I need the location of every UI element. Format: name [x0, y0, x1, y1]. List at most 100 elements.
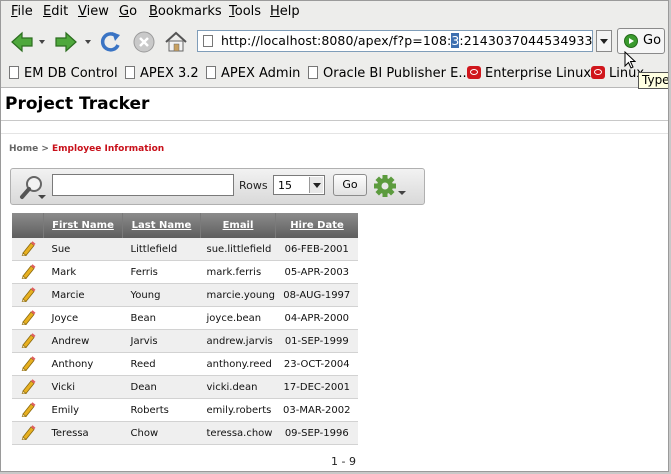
mouse-cursor-icon [624, 51, 636, 69]
url-input[interactable]: http://localhost:8080/apex/f?p=108:3:214… [197, 30, 593, 52]
breadcrumb-home-link[interactable]: Home [9, 144, 38, 154]
bookmark-em-db-control[interactable]: EM DB Control [9, 66, 118, 81]
cell-hire-date: 03-MAR-2002 [275, 398, 358, 422]
search-input[interactable] [52, 174, 234, 196]
home-button[interactable] [163, 29, 189, 55]
stop-button[interactable] [131, 29, 157, 55]
edit-pencil-icon [21, 332, 36, 348]
column-header-first-name[interactable]: First Name [43, 213, 123, 238]
rows-label: Rows [239, 179, 268, 192]
menu-file[interactable]: File [11, 4, 33, 19]
back-dropdown-icon[interactable] [39, 40, 45, 44]
cell-last-name: Reed [122, 352, 201, 376]
cell-email: andrew.jarvis [200, 329, 276, 353]
cell-hire-date: 08-AUG-1997 [275, 283, 358, 307]
menu-tools[interactable]: Tools [229, 4, 261, 19]
edit-pencil-icon [21, 286, 36, 302]
edit-link[interactable] [12, 238, 44, 261]
cell-last-name: Ferris [122, 260, 201, 284]
cell-last-name: Chow [122, 421, 201, 445]
page-icon [125, 66, 135, 79]
menu-view[interactable]: View [78, 4, 109, 19]
cell-first-name: Emily [43, 398, 123, 422]
back-button[interactable] [9, 29, 35, 55]
bookmark-apex-admin[interactable]: APEX Admin [206, 66, 300, 81]
cell-first-name: Anthony [43, 352, 123, 376]
cell-last-name: Littlefield [122, 238, 201, 261]
reload-icon [100, 32, 120, 52]
edit-link[interactable] [12, 329, 44, 353]
chevron-down-icon [309, 177, 323, 193]
edit-link[interactable] [12, 283, 44, 307]
search-go-button[interactable]: Go [333, 174, 367, 196]
edit-link[interactable] [12, 352, 44, 376]
cell-email: emily.roberts [200, 398, 276, 422]
report-search-bar: Rows 15 Go [10, 168, 425, 205]
cell-hire-date: 01-SEP-1999 [275, 329, 358, 353]
reload-button[interactable] [97, 29, 123, 55]
cell-first-name: Sue [43, 238, 123, 261]
table-row: Andrew Jarvis andrew.jarvis 01-SEP-1999 [12, 329, 358, 353]
stop-icon [133, 31, 155, 53]
oracle-icon [591, 66, 605, 79]
cell-first-name: Andrew [43, 329, 123, 353]
cell-email: vicki.dean [200, 375, 276, 399]
cell-hire-date: 05-APR-2003 [275, 260, 358, 284]
cell-hire-date: 09-SEP-1996 [275, 421, 358, 445]
url-history-dropdown[interactable] [596, 30, 612, 52]
cell-last-name: Young [122, 283, 201, 307]
edit-link[interactable] [12, 421, 44, 445]
menu-bookmarks[interactable]: Bookmarks [149, 4, 222, 19]
oracle-icon [467, 66, 481, 79]
edit-link[interactable] [12, 306, 44, 330]
page-icon [206, 66, 216, 79]
bookmark-apex-32[interactable]: APEX 3.2 [125, 66, 199, 81]
edit-link[interactable] [12, 260, 44, 284]
page-icon [308, 66, 318, 79]
table-row: Mark Ferris mark.ferris 05-APR-2003 [12, 260, 358, 284]
home-icon [165, 31, 187, 52]
subheader-divider [1, 133, 668, 134]
navigation-toolbar: http://localhost:8080/apex/f?p=108:3:214… [1, 23, 668, 61]
edit-pencil-icon [21, 355, 36, 371]
rows-select-value: 15 [278, 179, 292, 192]
cell-email: joyce.bean [200, 306, 276, 330]
forward-button[interactable] [53, 29, 79, 55]
cell-last-name: Bean [122, 306, 201, 330]
menu-edit[interactable]: Edit [43, 4, 68, 19]
edit-link[interactable] [12, 398, 44, 422]
edit-pencil-icon [21, 240, 36, 256]
column-header-email[interactable]: Email [200, 213, 276, 238]
employee-report-table: First Name Last Name Email Hire Date Sue… [12, 213, 358, 445]
breadcrumb-current: Employee Information [52, 144, 165, 154]
rows-select[interactable]: 15 [273, 175, 325, 195]
page-icon [203, 35, 213, 47]
edit-pencil-icon [21, 263, 36, 279]
edit-pencil-icon [21, 424, 36, 440]
table-row: Sue Littlefield sue.littlefield 06-FEB-2001 [12, 238, 358, 261]
breadcrumb: Home > Employee Information [9, 144, 164, 154]
edit-pencil-icon [21, 401, 36, 417]
menu-go[interactable]: Go [119, 4, 137, 19]
cell-hire-date: 17-DEC-2001 [275, 375, 358, 399]
actions-gear-icon[interactable] [373, 174, 409, 200]
edit-pencil-icon [21, 309, 36, 325]
bookmark-linux[interactable]: Linux [591, 66, 644, 81]
cell-last-name: Roberts [122, 398, 201, 422]
edit-link[interactable] [12, 375, 44, 399]
forward-arrow-icon [55, 31, 77, 53]
column-header-last-name[interactable]: Last Name [122, 213, 201, 238]
forward-dropdown-icon[interactable] [85, 40, 91, 44]
cell-first-name: Vicki [43, 375, 123, 399]
go-arrow-icon [624, 34, 638, 48]
cell-hire-date: 04-APR-2000 [275, 306, 358, 330]
column-header-hire-date[interactable]: Hire Date [275, 213, 358, 238]
bookmark-enterprise-linux[interactable]: Enterprise Linux [467, 66, 591, 81]
browser-go-label: Go [643, 33, 662, 48]
bookmark-oracle-bi-publisher[interactable]: Oracle BI Publisher E... [308, 66, 471, 81]
table-row: Vicki Dean vicki.dean 17-DEC-2001 [12, 375, 358, 399]
table-row: Emily Roberts emily.roberts 03-MAR-2002 [12, 398, 358, 422]
cell-email: marcie.young [200, 283, 276, 307]
search-icon[interactable] [18, 174, 48, 200]
menu-help[interactable]: Help [270, 4, 300, 19]
